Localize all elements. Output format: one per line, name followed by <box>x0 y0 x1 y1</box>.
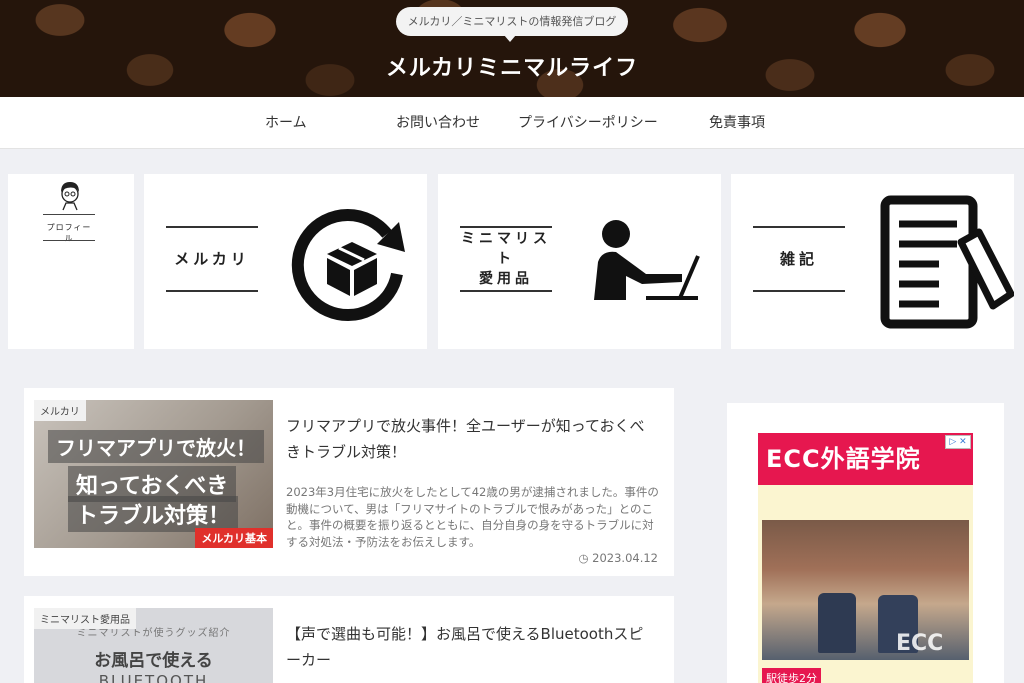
nav-item-home[interactable]: ホーム <box>265 97 307 149</box>
article-card[interactable]: メルカリ フリマアプリで放火！ 知っておくべき トラブル対策！ メルカリ基本 フ… <box>24 388 674 576</box>
article-date: ◷ 2023.04.12 <box>578 551 658 565</box>
article-card[interactable]: ミニマリスト愛用品 ミニマリストが使うグッズ紹介 お風呂で使える BLUETOO… <box>24 596 674 683</box>
category-card-minimalist[interactable]: ミニマリスト 愛用品 <box>438 174 721 349</box>
ad-headline: ECC外語学院 <box>758 433 973 485</box>
thumb-badge: メルカリ基本 <box>195 528 273 548</box>
article-excerpt: 2023年3月住宅に放火をしたとして42歳の男が逮捕されました。事件の動機につい… <box>286 485 659 549</box>
article-title[interactable]: 【声で選曲も可能！】お風呂で使えるBluetoothスピーカー <box>286 621 658 673</box>
person-laptop-icon <box>594 220 700 300</box>
article-category-tag: メルカリ <box>34 400 86 421</box>
profile-card[interactable]: プロフィール <box>8 174 134 349</box>
site-header: メルカリ／ミニマリストの情報発信ブログ メルカリミニマルライフ <box>0 0 1024 97</box>
thumb-text-line3: トラブル対策！ <box>68 496 239 532</box>
ad-chair-shape <box>818 593 856 653</box>
thumb-text-line1: フリマアプリで放火！ <box>48 430 264 463</box>
profile-divider-top <box>43 214 95 215</box>
category-label: ミニマリスト 愛用品 <box>460 226 552 292</box>
category-card-mercari[interactable]: メルカリ <box>144 174 427 349</box>
nav-item-privacy[interactable]: プライバシーポリシー <box>518 97 658 149</box>
article-title[interactable]: フリマアプリで放火事件！全ユーザーが知っておくべきトラブル対策！ <box>286 413 658 465</box>
ad-logo: ECC <box>896 631 944 656</box>
sidebar: ECC外語学院 ▷ ✕ ECC 駅徒歩2分 <box>727 403 1004 683</box>
document-pen-icon <box>880 195 1014 329</box>
profile-divider-bottom <box>43 240 95 241</box>
ad-footer-label: 駅徒歩2分 <box>762 668 821 683</box>
article-thumbnail[interactable]: フリマアプリで放火！ 知っておくべき トラブル対策！ メルカリ基本 <box>34 400 273 548</box>
main-nav: ホーム お問い合わせ プライバシーポリシー 免責事項 <box>0 97 1024 149</box>
article-date-text: 2023.04.12 <box>592 551 658 565</box>
clock-icon: ◷ <box>578 551 589 565</box>
article-category-tag: ミニマリスト愛用品 <box>34 608 136 629</box>
category-label: 雑記 <box>753 226 845 292</box>
category-label: メルカリ <box>166 226 258 292</box>
nav-item-contact[interactable]: お問い合わせ <box>396 97 480 149</box>
site-tagline: メルカリ／ミニマリストの情報発信ブログ <box>396 7 628 42</box>
box-exchange-icon <box>291 209 405 322</box>
profile-avatar-icon <box>61 182 79 211</box>
category-card-misc[interactable]: 雑記 <box>731 174 1014 349</box>
ad-close-icon[interactable]: ▷ ✕ <box>945 435 971 449</box>
ad-banner[interactable]: ECC外語学院 ▷ ✕ ECC 駅徒歩2分 <box>758 433 973 683</box>
thumb-text-bluetooth: BLUETOOTH <box>98 672 209 683</box>
category-label-line1: ミニマリスト <box>461 231 551 267</box>
thumb-text-main: お風呂で使える <box>94 651 213 671</box>
site-title[interactable]: メルカリミニマルライフ <box>0 50 1024 82</box>
category-label-line2: 愛用品 <box>479 271 533 287</box>
nav-item-disclaimer[interactable]: 免責事項 <box>709 97 765 149</box>
